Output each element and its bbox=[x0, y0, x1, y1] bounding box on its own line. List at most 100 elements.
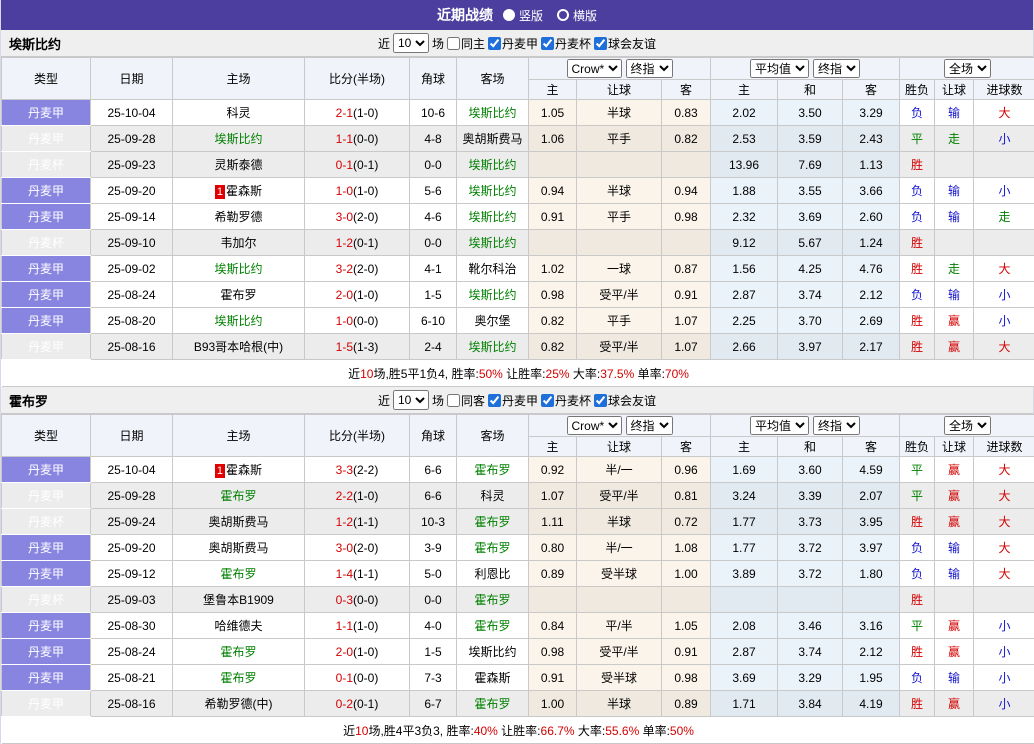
avg-draw-odds: 3.55 bbox=[778, 178, 843, 204]
same-venue-checkbox[interactable] bbox=[447, 37, 460, 50]
date-cell: 25-09-20 bbox=[91, 535, 173, 561]
league-checkbox-label-1[interactable]: 丹麦杯 bbox=[541, 392, 591, 409]
crow-home-odds: 0.84 bbox=[529, 613, 577, 639]
match-count-select[interactable]: 10 bbox=[393, 390, 429, 410]
average-select[interactable]: 平均值 bbox=[750, 416, 809, 435]
match-result: 负 bbox=[900, 535, 935, 561]
home-team-cell: 希勒罗德 bbox=[173, 204, 305, 230]
summary-text-part: 大率: bbox=[570, 367, 601, 381]
crow-away-odds: 1.00 bbox=[662, 561, 711, 587]
crow-handicap: 半球 bbox=[577, 178, 662, 204]
average-select[interactable]: 平均值 bbox=[750, 59, 809, 78]
score-cell: 1-1(1-0) bbox=[305, 613, 410, 639]
scope-select[interactable]: 全场 bbox=[944, 416, 991, 435]
same-venue-checkbox-label[interactable]: 同客 bbox=[447, 392, 485, 409]
fulltime-score: 3-3 bbox=[336, 463, 353, 477]
league-checkbox-label-0[interactable]: 丹麦甲 bbox=[488, 35, 538, 52]
radio-vertical-layout[interactable]: 竖版 bbox=[503, 7, 543, 24]
crow-stage-select[interactable]: 终指 bbox=[626, 416, 673, 435]
avg-away-odds: 2.12 bbox=[843, 282, 900, 308]
crow-odds-header: Crow*终指 bbox=[529, 415, 711, 437]
crow-company-select[interactable]: Crow* bbox=[567, 59, 622, 78]
home-team-cell: 奥胡斯费马 bbox=[173, 509, 305, 535]
league-checkbox-1[interactable] bbox=[541, 394, 554, 407]
avg-away-odds: 2.60 bbox=[843, 204, 900, 230]
away-team-name: 埃斯比约 bbox=[468, 340, 516, 354]
summary-text-part: 让胜率: bbox=[498, 724, 541, 738]
away-team-cell: 霍布罗 bbox=[457, 613, 529, 639]
summary-text-part: 单率: bbox=[634, 367, 665, 381]
league-checkbox-0[interactable] bbox=[488, 37, 501, 50]
home-team-name: 霍布罗 bbox=[220, 567, 256, 581]
corner-cell: 4-1 bbox=[410, 256, 457, 282]
halftime-score: (0-1) bbox=[353, 236, 378, 250]
same-venue-checkbox[interactable] bbox=[447, 394, 460, 407]
halftime-score: (1-0) bbox=[353, 288, 378, 302]
league-checkbox-label-2[interactable]: 球会友谊 bbox=[594, 392, 656, 409]
fulltime-score: 2-0 bbox=[336, 645, 353, 659]
match-type-cell: 丹麦甲 bbox=[2, 178, 91, 204]
match-type-cell: 丹麦甲 bbox=[2, 308, 91, 334]
scope-select[interactable]: 全场 bbox=[944, 59, 991, 78]
match-result: 胜 bbox=[900, 230, 935, 256]
summary-text-part: 场,胜5平1负4, 胜率: bbox=[373, 367, 478, 381]
handicap-result bbox=[935, 587, 974, 613]
halftime-score: (1-1) bbox=[353, 567, 378, 581]
score-cell: 3-0(2-0) bbox=[305, 204, 410, 230]
date-cell: 25-08-16 bbox=[91, 691, 173, 717]
crow-home-odds: 1.06 bbox=[529, 126, 577, 152]
handicap-result: 赢 bbox=[935, 334, 974, 360]
avg-away-odds: 3.66 bbox=[843, 178, 900, 204]
corner-cell: 0-0 bbox=[410, 152, 457, 178]
match-result: 胜 bbox=[900, 587, 935, 613]
radio-unselected-icon[interactable] bbox=[557, 9, 569, 21]
home-team-name: 埃斯比约 bbox=[214, 262, 262, 276]
avg-home-odds: 2.66 bbox=[711, 334, 778, 360]
avg-home-odds: 1.71 bbox=[711, 691, 778, 717]
corner-cell: 6-7 bbox=[410, 691, 457, 717]
league-checkbox-2[interactable] bbox=[594, 394, 607, 407]
sub-header-7: 让球 bbox=[935, 437, 974, 457]
average-stage-select[interactable]: 终指 bbox=[813, 416, 860, 435]
away-team-cell: 霍森斯 bbox=[457, 665, 529, 691]
league-checkbox-2[interactable] bbox=[594, 37, 607, 50]
crow-handicap bbox=[577, 152, 662, 178]
match-result: 平 bbox=[900, 457, 935, 483]
match-count-select[interactable]: 10 bbox=[393, 33, 429, 53]
average-stage-select[interactable]: 终指 bbox=[813, 59, 860, 78]
avg-home-odds: 9.12 bbox=[711, 230, 778, 256]
summary-text-part: 70% bbox=[665, 367, 689, 381]
crow-company-select[interactable]: Crow* bbox=[567, 416, 622, 435]
crow-stage-select[interactable]: 终指 bbox=[626, 59, 673, 78]
crow-away-odds: 1.05 bbox=[662, 613, 711, 639]
avg-home-odds: 3.24 bbox=[711, 483, 778, 509]
match-type-cell: 丹麦甲 bbox=[2, 665, 91, 691]
match-row: 丹麦甲25-08-16希勒罗德(中)0-2(0-1)6-7霍布罗1.00半球0.… bbox=[2, 691, 1034, 717]
match-row: 丹麦甲25-09-201霍森斯1-0(1-0)5-6埃斯比约0.94半球0.94… bbox=[2, 178, 1034, 204]
fulltime-score: 1-1 bbox=[336, 132, 353, 146]
fulltime-score: 1-4 bbox=[336, 567, 353, 581]
home-team-name: B93哥本哈根(中) bbox=[194, 340, 283, 354]
league-checkbox-0[interactable] bbox=[488, 394, 501, 407]
league-checkbox-1[interactable] bbox=[541, 37, 554, 50]
handicap-result: 赢 bbox=[935, 308, 974, 334]
league-checkbox-label-2[interactable]: 球会友谊 bbox=[594, 35, 656, 52]
radio-selected-icon[interactable] bbox=[503, 9, 515, 21]
summary-text-part: 50% bbox=[670, 724, 694, 738]
match-type-cell: 丹麦杯 bbox=[2, 587, 91, 613]
league-label-0: 丹麦甲 bbox=[502, 35, 538, 52]
fulltime-score: 0-1 bbox=[336, 671, 353, 685]
date-cell: 25-09-23 bbox=[91, 152, 173, 178]
away-team-cell: 埃斯比约 bbox=[457, 204, 529, 230]
halftime-score: (0-1) bbox=[353, 158, 378, 172]
league-checkbox-label-0[interactable]: 丹麦甲 bbox=[488, 392, 538, 409]
radio-horizontal-layout[interactable]: 横版 bbox=[557, 7, 597, 24]
avg-draw-odds: 3.97 bbox=[778, 334, 843, 360]
crow-away-odds bbox=[662, 152, 711, 178]
league-checkbox-label-1[interactable]: 丹麦杯 bbox=[541, 35, 591, 52]
home-team-name: 希勒罗德 bbox=[214, 210, 262, 224]
same-venue-checkbox-label[interactable]: 同主 bbox=[447, 35, 485, 52]
halftime-score: (0-0) bbox=[353, 314, 378, 328]
match-result: 胜 bbox=[900, 334, 935, 360]
home-team-name: 霍布罗 bbox=[220, 671, 256, 685]
